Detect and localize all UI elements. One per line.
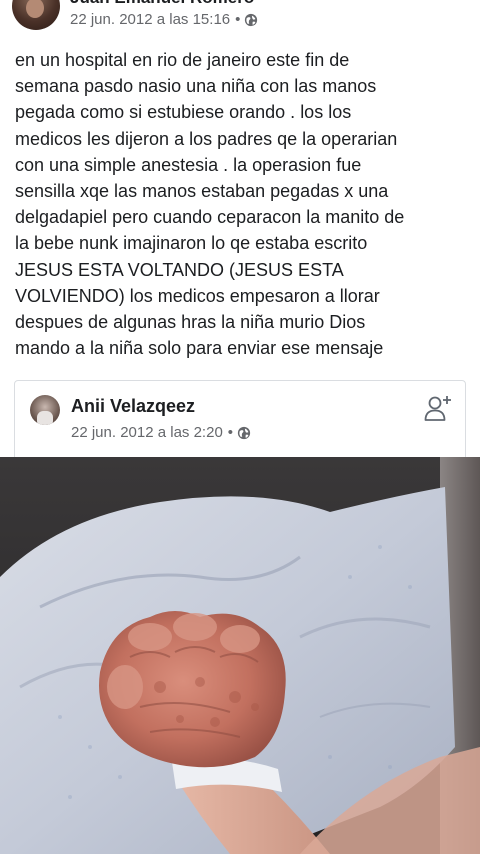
meta-separator: • — [227, 424, 234, 441]
baby-hand-photo[interactable] — [0, 457, 480, 854]
post-text-line: despues de algunas hras la niña murio Di… — [15, 312, 366, 333]
avatar-figure — [37, 411, 53, 425]
globe-icon — [237, 426, 251, 439]
post-text-line: la bebe nunk imajinaron lo qe estaba esc… — [15, 233, 368, 254]
photo-illustration — [0, 457, 480, 854]
post-text-line: JESUS ESTA VOLTANDO (JESUS ESTA — [15, 259, 344, 280]
post-text-line: semana pasdo nasio una niña con las mano… — [15, 76, 377, 97]
shared-post-card[interactable]: Anii Velazqeez 22 jun. 2012 a las 2:20 • — [14, 380, 466, 458]
shared-author-avatar[interactable] — [30, 395, 60, 425]
post-text-line: con una simple anestesia . la operasion … — [15, 154, 362, 175]
post-text-line: medicos les dijeron a los padres qe la o… — [15, 128, 398, 149]
facebook-post-screen: Juan Emanuel Romero 22 jun. 2012 a las 1… — [0, 0, 480, 854]
globe-icon — [245, 13, 258, 26]
add-friend-icon[interactable] — [423, 393, 453, 423]
meta-separator: • — [235, 11, 241, 28]
post-meta: 22 jun. 2012 a las 15:16 • — [70, 11, 258, 28]
post-text-line: pegada como si estubiese orando . los lo… — [15, 102, 352, 123]
shared-post-meta: 22 jun. 2012 a las 2:20 • — [71, 424, 251, 441]
post-text-line: sensilla xqe las manos estaban pegadas x… — [15, 181, 389, 202]
post-body-text: en un hospital en rio de janeiro este fi… — [15, 47, 470, 361]
post-timestamp[interactable]: 22 jun. 2012 a las 15:16 — [70, 11, 230, 28]
post-header: Juan Emanuel Romero 22 jun. 2012 a las 1… — [0, 0, 480, 36]
post-text-line: VOLVIENDO) los medicos empesaron a llora… — [15, 285, 380, 306]
author-avatar[interactable] — [12, 0, 60, 30]
post-text-line: delgadapiel pero cuando ceparacon la man… — [15, 207, 405, 228]
shared-author-name[interactable]: Anii Velazqeez — [71, 396, 195, 417]
avatar-face — [26, 0, 44, 18]
post-text-line: mando a la niña solo para enviar ese men… — [15, 338, 384, 359]
post-author-name[interactable]: Juan Emanuel Romero — [70, 0, 254, 8]
post-text-line: en un hospital en rio de janeiro este fi… — [15, 50, 350, 70]
shared-timestamp[interactable]: 22 jun. 2012 a las 2:20 — [71, 424, 223, 441]
